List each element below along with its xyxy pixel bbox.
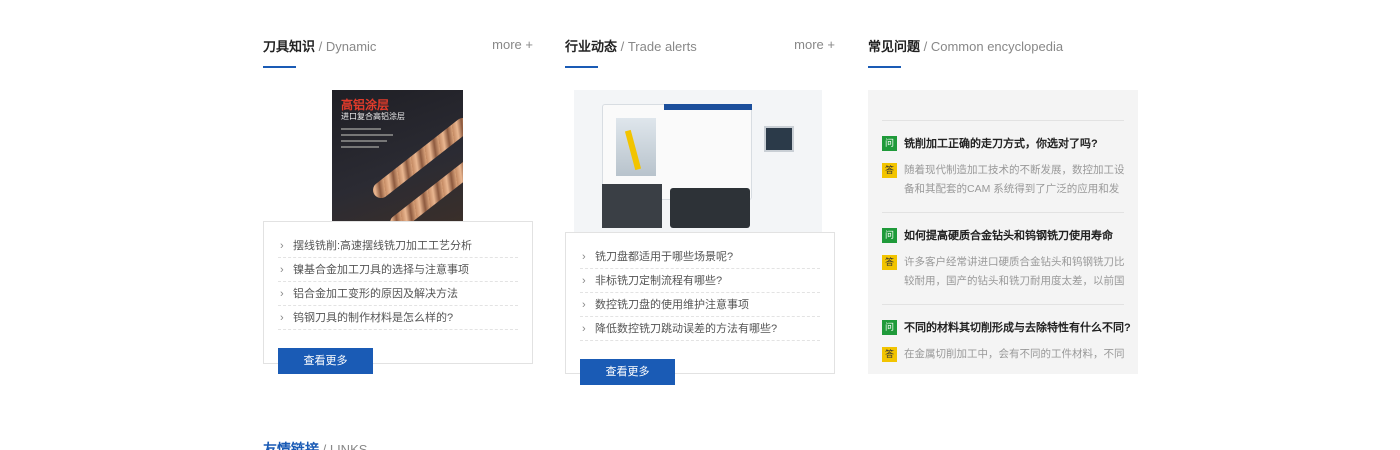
knowledge-title: 刀具知识 [263, 39, 316, 54]
faq-item: 问 如何提高硬质合金钻头和钨钢铣刀使用寿命 答 许多客户经常讲进口硬质合金钻头和… [882, 213, 1125, 305]
knowledge-subtitle: / Dynamic [315, 39, 377, 54]
list-item[interactable]: › 摆线铣削:高速摆线铣刀加工工艺分析 [278, 234, 518, 258]
list-item-text: 降低数控铣刀跳动误差的方法有哪些? [595, 323, 778, 335]
knowledge-image[interactable]: 高铝涂层 进口复合高铝涂层 [332, 90, 463, 221]
chevron-right-icon: › [280, 264, 284, 276]
faq-question[interactable]: 问 如何提高硬质合金钻头和钨钢铣刀使用寿命 [882, 227, 1113, 243]
list-item[interactable]: › 铣刀盘都适用于哪些场景呢? [580, 245, 820, 269]
faq-answer: 答 许多客户经常讲进口硬质合金钻头和钨钢铣刀比较耐用，国产的钻头和铣刀耐用度太差… [882, 253, 1128, 291]
chevron-right-icon: › [582, 299, 586, 311]
control-panel [764, 126, 794, 152]
industry-header: 行业动态 / Trade alerts more + [565, 36, 835, 68]
chevron-right-icon: › [582, 251, 586, 263]
faq-answer: 答 随着现代制造加工技术的不断发展，数控加工设备和其配套的CAM 系统得到了广泛… [882, 161, 1128, 199]
list-item[interactable]: › 镍基合金加工刀具的选择与注意事项 [278, 258, 518, 282]
list-item-text: 镍基合金加工刀具的选择与注意事项 [293, 264, 469, 276]
answer-badge: 答 [882, 347, 897, 362]
image-text-line [341, 140, 387, 142]
faq-question[interactable]: 问 铣削加工正确的走刀方式，你选对了吗? [882, 135, 1098, 151]
machine-stripe [664, 104, 752, 110]
faq-question-text: 铣削加工正确的走刀方式，你选对了吗? [904, 138, 1098, 150]
list-item-text: 数控铣刀盘的使用维护注意事项 [595, 299, 749, 311]
image-text-line [341, 128, 381, 130]
faq-underline [868, 66, 901, 68]
industry-image[interactable] [574, 90, 822, 234]
industry-title-wrap: 行业动态 / Trade alerts [565, 36, 697, 56]
faq-title-wrap: 常见问题 / Common encyclopedia [868, 36, 1063, 56]
faq-question[interactable]: 问 不同的材料其切削形成与去除特性有什么不同? [882, 319, 1131, 335]
faq-item: 问 不同的材料其切削形成与去除特性有什么不同? 答 在金属切削加工中，会有不同的… [882, 305, 1131, 374]
knowledge-more-link[interactable]: more + [492, 37, 533, 52]
faq-header: 常见问题 / Common encyclopedia [868, 36, 1138, 68]
list-item-text: 铣刀盘都适用于哪些场景呢? [595, 251, 734, 263]
chevron-right-icon: › [582, 275, 586, 287]
faq-answer-text: 随着现代制造加工技术的不断发展，数控加工设备和其配套的CAM 系统得到了广泛的应… [904, 164, 1125, 195]
industry-list-box: › 铣刀盘都适用于哪些场景呢? › 非标铣刀定制流程有哪些? › 数控铣刀盘的使用维护… [565, 232, 835, 385]
question-badge: 问 [882, 135, 897, 151]
image-text-line [341, 146, 379, 148]
knowledge-view-more-button[interactable]: 查看更多 [278, 348, 373, 374]
faq-box: 问 铣削加工正确的走刀方式，你选对了吗? 答 随着现代制造加工技术的不断发展，数… [868, 90, 1138, 374]
faq-question-text: 不同的材料其切削形成与去除特性有什么不同? [904, 322, 1131, 334]
links-title: 友情链接 [263, 441, 319, 450]
knowledge-list-box: › 摆线铣削:高速摆线铣刀加工工艺分析 › 镍基合金加工刀具的选择与注意事项 › 铝合… [263, 221, 533, 374]
list-item[interactable]: › 非标铣刀定制流程有哪些? [580, 269, 820, 293]
links-section-title: 友情链接 / LINKS [263, 439, 367, 450]
faq-answer-text: 在金属切削加工中，会有不同的工件材料，不同 [904, 348, 1125, 360]
knowledge-section: 刀具知识 / Dynamic more + 高铝涂层 进口复合高铝涂层 › 摆线铣… [263, 36, 533, 374]
faq-answer-text: 许多客户经常讲进口硬质合金钻头和钨钢铣刀比较耐用，国产的钻头和铣刀耐用度太差，以… [904, 256, 1125, 287]
list-item[interactable]: › 钨钢刀具的制作材料是怎么样的? [278, 306, 518, 330]
industry-section: 行业动态 / Trade alerts more + › 铣刀盘都适用于哪些场景呢… [565, 36, 835, 385]
answer-badge: 答 [882, 163, 897, 178]
list-item[interactable]: › 降低数控铣刀跳动误差的方法有哪些? [580, 317, 820, 341]
industry-title: 行业动态 [565, 39, 618, 54]
industry-list: › 铣刀盘都适用于哪些场景呢? › 非标铣刀定制流程有哪些? › 数控铣刀盘的使用维护… [566, 233, 834, 341]
chevron-right-icon: › [280, 288, 284, 300]
answer-badge: 答 [882, 255, 897, 270]
list-item-text: 铝合金加工变形的原因及解决方法 [293, 288, 458, 300]
question-badge: 问 [882, 319, 897, 335]
chevron-right-icon: › [280, 240, 284, 252]
chevron-right-icon: › [280, 312, 284, 324]
links-subtitle: / LINKS [319, 442, 368, 450]
knowledge-list: › 摆线铣削:高速摆线铣刀加工工艺分析 › 镍基合金加工刀具的选择与注意事项 › 铝合… [264, 222, 532, 330]
list-item-text: 钨钢刀具的制作材料是怎么样的? [293, 312, 454, 324]
list-item[interactable]: › 数控铣刀盘的使用维护注意事项 [580, 293, 820, 317]
chevron-right-icon: › [582, 323, 586, 335]
image-text-line [341, 134, 393, 136]
list-item-text: 非标铣刀定制流程有哪些? [595, 275, 723, 287]
faq-title: 常见问题 [868, 39, 921, 54]
faq-section: 常见问题 / Common encyclopedia 问 铣削加工正确的走刀方式… [868, 36, 1138, 374]
list-item-text: 摆线铣削:高速摆线铣刀加工工艺分析 [293, 240, 473, 252]
faq-subtitle: / Common encyclopedia [920, 39, 1064, 54]
knowledge-underline [263, 66, 296, 68]
list-item[interactable]: › 铝合金加工变形的原因及解决方法 [278, 282, 518, 306]
machine-base [670, 188, 750, 228]
question-badge: 问 [882, 227, 897, 243]
machine-base [602, 184, 662, 228]
industry-view-more-button[interactable]: 查看更多 [580, 359, 675, 385]
industry-underline [565, 66, 598, 68]
faq-item: 问 铣削加工正确的走刀方式，你选对了吗? 答 随着现代制造加工技术的不断发展，数… [882, 121, 1125, 213]
knowledge-header: 刀具知识 / Dynamic more + [263, 36, 533, 68]
faq-question-text: 如何提高硬质合金钻头和钨钢铣刀使用寿命 [904, 230, 1113, 242]
faq-answer: 答 在金属切削加工中，会有不同的工件材料，不同 [882, 345, 1128, 374]
knowledge-title-wrap: 刀具知识 / Dynamic [263, 36, 376, 56]
industry-more-link[interactable]: more + [794, 37, 835, 52]
image-subline: 进口复合高铝涂层 [341, 112, 405, 121]
industry-subtitle: / Trade alerts [617, 39, 697, 54]
